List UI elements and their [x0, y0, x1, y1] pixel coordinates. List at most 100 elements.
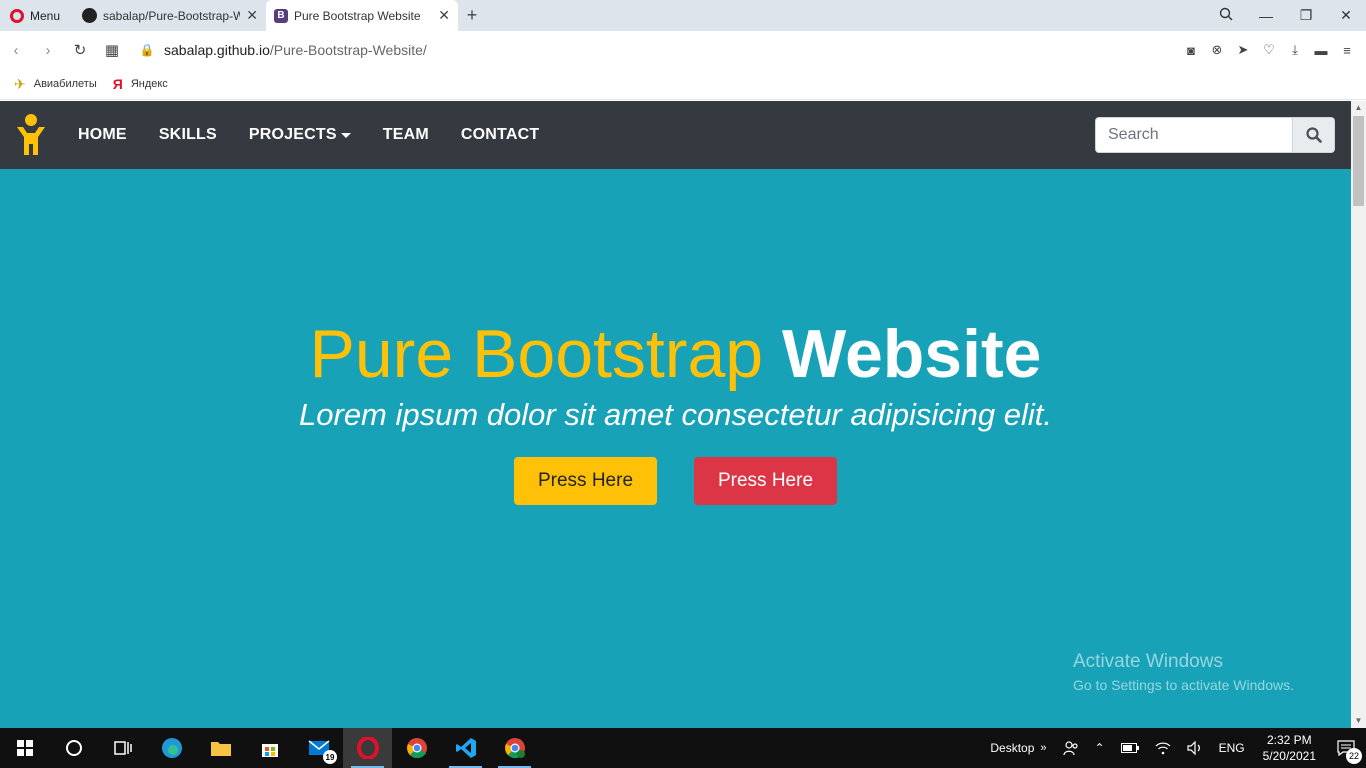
adblock-icon[interactable]: ⊗ — [1210, 42, 1224, 58]
nav-projects-dropdown[interactable]: PROJECTS — [233, 126, 367, 144]
new-tab-button[interactable]: + — [458, 0, 486, 31]
search-input[interactable] — [1095, 117, 1293, 153]
url-host: sabalap.github.io — [164, 42, 270, 58]
clock-time: 2:32 PM — [1266, 733, 1312, 747]
language-indicator[interactable]: ENG — [1211, 741, 1253, 755]
edge-icon[interactable] — [147, 728, 196, 768]
search-tabs-icon[interactable] — [1206, 7, 1246, 24]
nav-home[interactable]: HOME — [62, 126, 143, 144]
opera-taskbar-icon[interactable] — [343, 728, 392, 768]
watermark-line2: Go to Settings to activate Windows. — [1073, 677, 1294, 693]
clock-date: 5/20/2021 — [1262, 749, 1316, 763]
download-icon[interactable]: ⤓ — [1288, 42, 1302, 58]
bookmark-label: Авиабилеты — [33, 78, 97, 90]
press-here-red-button[interactable]: Press Here — [694, 457, 837, 505]
watermark-line1: Activate Windows — [1073, 651, 1223, 672]
hero-buttons: Press Here Press Here — [0, 457, 1351, 505]
browser-tabstrip: Menu sabalap/Pure-Bootstrap-W ✕ B Pure B… — [0, 0, 1366, 31]
cortana-search-icon[interactable] — [49, 728, 98, 768]
hero-title-light: Pure Bootstrap — [309, 316, 764, 392]
chevron-right-icon: » — [1040, 742, 1047, 754]
url-path: /Pure-Bootstrap-Website/ — [269, 42, 427, 58]
minimize-icon[interactable]: — — [1246, 8, 1286, 24]
clock[interactable]: 2:32 PM 5/20/2021 — [1253, 732, 1326, 764]
chrome-profile-icon[interactable] — [490, 728, 539, 768]
desktop-label: Desktop — [990, 741, 1035, 755]
opera-logo-icon — [10, 8, 24, 23]
heart-icon[interactable]: ♡ — [1262, 42, 1276, 58]
easy-setup-icon[interactable]: ≡ — [1340, 43, 1354, 58]
desktop-toolbar[interactable]: Desktop » — [982, 741, 1054, 755]
forward-icon[interactable]: › — [32, 42, 64, 59]
page-viewport: HOME SKILLS PROJECTS TEAM CONTACT Pure B… — [0, 101, 1351, 728]
search-button[interactable] — [1293, 117, 1335, 153]
tab-bootstrap[interactable]: B Pure Bootstrap Website ✕ — [266, 0, 458, 31]
scroll-down-icon[interactable]: ▼ — [1351, 714, 1366, 728]
window-controls: — ❐ ✕ — [1206, 0, 1366, 31]
windows-start-icon[interactable] — [0, 728, 49, 768]
nav-team[interactable]: TEAM — [367, 126, 445, 144]
caret-down-icon — [340, 132, 351, 138]
close-window-icon[interactable]: ✕ — [1326, 7, 1366, 24]
brand-logo-icon[interactable] — [14, 113, 48, 157]
nav-skills[interactable]: SKILLS — [143, 126, 233, 144]
tab-title: sabalap/Pure-Bootstrap-W — [103, 8, 241, 23]
search-icon — [1305, 127, 1322, 143]
bookmark-label: Яндекс — [130, 78, 168, 90]
plane-icon: ✈ — [14, 75, 26, 92]
lock-icon[interactable]: 🔒 — [136, 43, 158, 57]
vscode-icon[interactable] — [441, 728, 490, 768]
back-icon[interactable]: ‹ — [0, 42, 32, 59]
snapshot-icon[interactable]: ◙ — [1184, 43, 1198, 58]
task-view-icon[interactable] — [98, 728, 147, 768]
action-center-icon[interactable]: 22 — [1326, 740, 1366, 764]
restore-icon[interactable]: ❐ — [1286, 7, 1326, 24]
hero-subtitle: Lorem ipsum dolor sit amet consectetur a… — [299, 397, 1052, 432]
tabs-grid-icon[interactable]: ▦ — [96, 41, 128, 59]
search-form — [1095, 117, 1335, 153]
reload-icon[interactable]: ↻ — [64, 41, 96, 59]
nav-links: HOME SKILLS PROJECTS TEAM CONTACT — [62, 126, 555, 144]
site-navbar: HOME SKILLS PROJECTS TEAM CONTACT — [0, 101, 1351, 169]
battery-saver-icon[interactable]: ▬ — [1314, 43, 1328, 58]
volume-icon[interactable] — [1179, 741, 1211, 755]
opera-menu-button[interactable]: Menu — [0, 0, 74, 31]
people-icon[interactable] — [1055, 740, 1087, 756]
bookmarks-bar: ✈ Авиабилеты Я Яндекс — [0, 69, 1366, 100]
address-bar-actions: ◙ ⊗ ➤ ♡ ⤓ ▬ ≡ — [1184, 31, 1354, 69]
store-icon[interactable] — [245, 728, 294, 768]
github-icon — [82, 8, 97, 23]
close-tab-icon[interactable]: ✕ — [246, 7, 258, 24]
system-tray: Desktop » ⌃ ENG 2:32 PM 5/20/2021 22 — [982, 728, 1366, 768]
press-here-yellow-button[interactable]: Press Here — [514, 457, 657, 505]
bootstrap-icon: B — [274, 8, 288, 23]
hero-title: Pure Bootstrap Website — [0, 311, 1351, 397]
scroll-up-icon[interactable]: ▲ — [1351, 101, 1366, 115]
wifi-icon[interactable] — [1147, 741, 1179, 755]
url-field[interactable]: sabalap.github.io/Pure-Bootstrap-Website… — [164, 42, 427, 58]
mail-count-badge: 19 — [323, 750, 337, 764]
battery-icon[interactable] — [1113, 743, 1147, 753]
nav-contact[interactable]: CONTACT — [445, 126, 555, 144]
menu-label: Menu — [30, 8, 61, 23]
yandex-icon: Я — [112, 76, 123, 92]
tab-title: Pure Bootstrap Website — [294, 8, 421, 23]
bookmark-aviabilety[interactable]: ✈ Авиабилеты — [14, 76, 97, 93]
page-scrollbar[interactable]: ▲ ▼ — [1351, 101, 1366, 728]
activate-windows-watermark: Activate Windows Go to Settings to activ… — [1073, 651, 1294, 693]
chrome-icon[interactable] — [392, 728, 441, 768]
bookmark-yandex[interactable]: Я Яндекс — [113, 76, 168, 92]
address-bar: ‹ › ↻ ▦ 🔒 sabalap.github.io/Pure-Bootstr… — [0, 31, 1366, 69]
tab-github[interactable]: sabalap/Pure-Bootstrap-W ✕ — [74, 0, 266, 31]
windows-taskbar: 19 Desktop » ⌃ ENG 2:32 PM 5/20/2021 22 — [0, 728, 1366, 768]
notification-count-badge: 22 — [1346, 748, 1362, 764]
hero-title-bold: Website — [782, 316, 1042, 392]
nav-projects-label: PROJECTS — [248, 126, 337, 143]
file-explorer-icon[interactable] — [196, 728, 245, 768]
send-icon[interactable]: ➤ — [1236, 42, 1250, 58]
mail-icon[interactable]: 19 — [294, 728, 343, 768]
close-tab-icon[interactable]: ✕ — [438, 7, 450, 24]
hero-section: Pure Bootstrap Website Lorem ipsum dolor… — [0, 311, 1351, 505]
scroll-thumb[interactable] — [1353, 116, 1364, 206]
show-hidden-icons-icon[interactable]: ⌃ — [1087, 741, 1113, 755]
